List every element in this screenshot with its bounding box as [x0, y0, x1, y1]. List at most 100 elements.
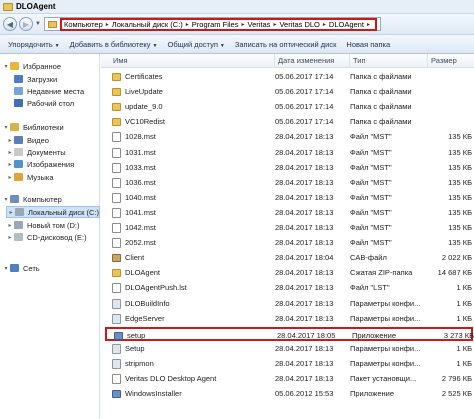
address-bar-row: ◀ ▶ ▼ Компьютер ▸ Локальный диск (C:) ▸ Prog…: [0, 14, 474, 34]
file-row[interactable]: setup 28.04.2017 18:05 Приложение 3 273 КБ: [105, 326, 474, 341]
column-header-date[interactable]: Дата изменения: [275, 54, 350, 68]
sidebar-item[interactable]: ▸ Видео: [6, 134, 100, 146]
file-icon: [112, 132, 121, 143]
toolbar-button[interactable]: Добавить в библиотеку ▼: [70, 40, 158, 49]
file-row[interactable]: stripmon 28.04.2017 18:13 Параметры конфи.…: [101, 357, 474, 371]
file-type: Сжатая ZIP-папка: [350, 268, 413, 278]
file-row[interactable]: 2052.mst 28.04.2017 18:13 Файл "MST" 135 КБ: [101, 236, 474, 250]
file-size: 135 КБ: [448, 162, 472, 172]
file-row[interactable]: DLOAgentPush.lst 28.04.2017 18:13 Файл "LS…: [101, 281, 474, 295]
sidebar-item[interactable]: ▸ Локальный диск (C:): [6, 206, 100, 218]
file-row[interactable]: EdgeServer 28.04.2017 18:13 Параметры конф…: [101, 312, 474, 326]
file-row[interactable]: DLOAgent 28.04.2017 18:13 Сжатая ZIP-папка…: [101, 266, 474, 280]
file-date: 28.04.2017 18:13: [275, 343, 334, 353]
file-date: 28.04.2017 18:13: [275, 283, 334, 293]
expand-arrow-icon[interactable]: ▾: [2, 63, 10, 70]
toolbar-button[interactable]: Общий доступ ▼: [168, 40, 225, 49]
chevron-right-icon[interactable]: ▸: [241, 21, 244, 28]
file-date: 28.04.2017 18:04: [275, 253, 334, 263]
breadcrumb-item[interactable]: Program Files: [192, 20, 239, 29]
toolbar-button-label: Записать на оптический диск: [234, 39, 337, 49]
sidebar-item[interactable]: Загрузки: [6, 73, 100, 85]
chevron-right-icon[interactable]: ▸: [106, 21, 109, 28]
chevron-right-icon[interactable]: ▸: [186, 21, 189, 28]
expand-arrow-icon[interactable]: ▾: [2, 124, 10, 131]
file-row[interactable]: DLOBuildInfo 28.04.2017 18:13 Параметры ко…: [101, 297, 474, 311]
forward-button[interactable]: ▶: [19, 17, 33, 31]
chevron-down-icon: ▼: [152, 42, 158, 49]
file-row[interactable]: VC10Redist 05.06.2017 17:14 Папка с файлам…: [101, 115, 474, 129]
column-header-size[interactable]: Размер: [428, 54, 474, 68]
file-row[interactable]: Certificates 05.06.2017 17:14 Папка с файл…: [101, 70, 474, 84]
breadcrumb-item[interactable]: Компьютер: [64, 20, 103, 29]
file-row[interactable]: 1028.mst 28.04.2017 18:13 Файл "MST" 135 КБ: [101, 130, 474, 144]
application-icon: [114, 331, 123, 340]
file-type: Файл "MST": [350, 207, 392, 217]
toolbar-button[interactable]: Записать на оптический диск: [235, 40, 337, 49]
column-header-type[interactable]: Тип: [350, 54, 428, 68]
chevron-right-icon[interactable]: ▸: [367, 21, 370, 28]
breadcrumb-item[interactable]: Veritas DLO: [279, 20, 319, 29]
file-row[interactable]: 1040.mst 28.04.2017 18:13 Файл "MST" 135 КБ: [101, 191, 474, 205]
chevron-right-icon[interactable]: ▸: [323, 21, 326, 28]
sidebar-item[interactable]: ▾ Компьютер: [2, 193, 100, 205]
expand-arrow-icon[interactable]: ▸: [6, 137, 14, 144]
breadcrumb-item[interactable]: Локальный диск (C:): [112, 20, 183, 29]
file-row[interactable]: Setup 28.04.2017 18:13 Параметры конфи... 1…: [101, 342, 474, 356]
column-headers: Имя Дата изменения Тип Размер: [101, 54, 474, 68]
file-name: update_9.0: [125, 102, 163, 112]
computer-icon: [10, 195, 19, 203]
sidebar-item[interactable]: Недавние места: [6, 85, 100, 97]
expand-arrow-icon[interactable]: ▸: [6, 174, 14, 181]
recent-pages-dropdown[interactable]: ▼: [35, 21, 41, 27]
file-type: Пакет установщи...: [350, 374, 417, 383]
sidebar-item[interactable]: ▾ Библиотеки: [2, 121, 100, 133]
recent-places-icon: [14, 87, 23, 95]
file-size: 3 273 КБ: [443, 330, 474, 340]
command-toolbar: Упорядочить ▼ Добавить в библиотеку ▼ Общий …: [0, 34, 474, 54]
expand-arrow-icon[interactable]: ▸: [6, 161, 14, 168]
back-button[interactable]: ◀: [3, 17, 17, 31]
sidebar-item[interactable]: ▾ Избранное: [2, 60, 100, 72]
sidebar-item[interactable]: ▸ Изображения: [6, 158, 100, 170]
sidebar-item[interactable]: ▸ Музыка: [6, 171, 100, 183]
expand-arrow-icon[interactable]: ▸: [7, 209, 15, 216]
config-file-icon: [112, 358, 121, 369]
file-type: Файл "MST": [350, 223, 392, 232]
breadcrumb-item[interactable]: DLOAgent: [329, 20, 364, 29]
column-header-name[interactable]: Имя: [101, 54, 275, 68]
chevron-right-icon[interactable]: ▸: [273, 21, 276, 28]
file-row[interactable]: 1041.mst 28.04.2017 18:13 Файл "MST" 135 КБ: [101, 206, 474, 220]
file-row[interactable]: 1036.mst 28.04.2017 18:13 Файл "MST" 135 КБ: [101, 176, 474, 190]
sidebar-item[interactable]: Рабочий стол: [6, 97, 100, 109]
breadcrumb-item[interactable]: Veritas: [248, 20, 271, 29]
file-type: Папка с файлами: [350, 102, 412, 112]
sidebar-item-label: CD-дисковод (E:): [27, 232, 87, 242]
file-row[interactable]: update_9.0 05.06.2017 17:14 Папка с файлам…: [101, 100, 474, 114]
toolbar-button[interactable]: Новая папка: [346, 40, 390, 49]
file-row[interactable]: 1031.mst 28.04.2017 18:13 Файл "MST" 135 КБ: [101, 146, 474, 160]
file-size: [428, 70, 472, 84]
file-row[interactable]: LiveUpdate 05.06.2017 17:14 Папка с файлам…: [101, 85, 474, 99]
expand-arrow-icon[interactable]: ▾: [2, 265, 10, 272]
file-size: 14 687 КБ: [437, 268, 472, 278]
file-row[interactable]: WindowsInstaller 05.06.2012 15:53 Приложен…: [101, 387, 474, 401]
address-field[interactable]: Компьютер ▸ Локальный диск (C:) ▸ Program Fi…: [43, 17, 381, 31]
toolbar-button[interactable]: Упорядочить ▼: [8, 40, 60, 49]
expand-arrow-icon[interactable]: ▾: [2, 196, 10, 203]
file-size: 135 КБ: [448, 223, 472, 232]
expand-arrow-icon[interactable]: ▸: [6, 149, 14, 156]
sidebar-item[interactable]: ▸ CD-дисковод (E:): [6, 231, 100, 243]
sidebar-item[interactable]: ▸ Новый том (D:): [6, 219, 100, 231]
expand-arrow-icon[interactable]: ▸: [6, 222, 14, 229]
sidebar-item[interactable]: ▸ Документы: [6, 146, 100, 158]
expand-arrow-icon[interactable]: ▸: [6, 234, 14, 241]
file-row[interactable]: Veritas DLO Desktop Agent 28.04.2017 18:1…: [101, 372, 474, 386]
file-row[interactable]: Client 28.04.2017 18:04 CAB-файл 2 022 КБ: [101, 251, 474, 265]
toolbar-button-label: Новая папка: [346, 39, 391, 49]
sidebar-item-label: Избранное: [23, 61, 62, 71]
sidebar-item[interactable]: ▾ Сеть: [2, 262, 100, 274]
file-type: Файл "MST": [350, 147, 392, 157]
file-row[interactable]: 1042.mst 28.04.2017 18:13 Файл "MST" 135 КБ: [101, 221, 474, 235]
file-row[interactable]: 1033.mst 28.04.2017 18:13 Файл "MST" 135 КБ: [101, 161, 474, 175]
